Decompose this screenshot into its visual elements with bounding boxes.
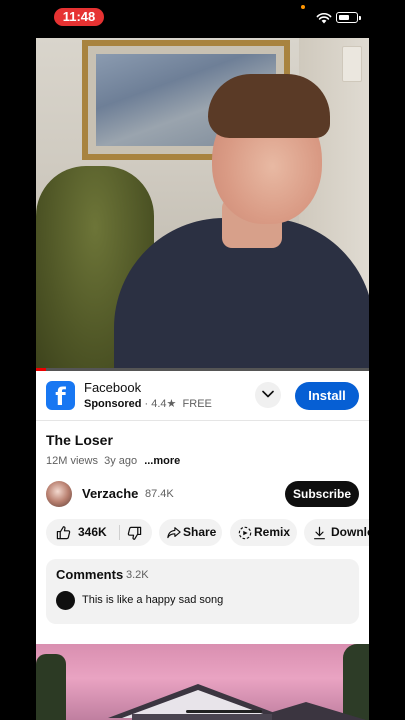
video-meta[interactable]: 12M views 3y ago ...more: [46, 455, 180, 467]
video-details-sheet: f Facebook Sponsored · 4.4★ FREE Install…: [36, 371, 369, 644]
download-button[interactable]: Downlo: [304, 519, 369, 546]
action-bar: 346K Share Remix Downl: [46, 519, 369, 547]
like-count: 346K: [78, 525, 107, 539]
privacy-indicator-dot: [301, 5, 305, 9]
channel-name[interactable]: Verzache: [82, 486, 138, 501]
share-button[interactable]: Share: [159, 519, 222, 546]
subscriber-count: 87.4K: [145, 488, 174, 500]
video-title[interactable]: The Loser: [46, 432, 113, 448]
chevron-down-icon: [262, 390, 274, 398]
next-video-preview[interactable]: [36, 644, 369, 720]
like-dislike-pill[interactable]: 346K: [46, 519, 152, 546]
comments-preview[interactable]: Comments 3.2K This is like a happy sad s…: [46, 559, 359, 624]
download-icon: [314, 526, 325, 540]
install-button[interactable]: Install: [295, 382, 359, 410]
status-time[interactable]: 11:48: [54, 8, 104, 26]
download-label: Downlo: [331, 525, 369, 539]
light-switch: [342, 46, 362, 82]
top-comment: This is like a happy sad song: [82, 594, 224, 606]
sponsored-label: Sponsored: [84, 398, 142, 410]
thumbs-down-icon[interactable]: [127, 526, 142, 541]
wifi-icon: [316, 12, 332, 24]
ad-price: FREE: [182, 398, 212, 410]
ad-advertiser-name: Facebook: [84, 380, 142, 395]
share-icon: [167, 527, 181, 539]
comments-count: 3.2K: [126, 569, 149, 581]
video-player[interactable]: [36, 38, 369, 370]
thumbs-up-icon[interactable]: [56, 525, 71, 540]
upload-age: 3y ago: [104, 455, 138, 467]
more-link[interactable]: ...more: [144, 455, 180, 467]
phone-screen: 11:48 f Facebook Sponsored · 4.4★ FREE I…: [36, 0, 369, 720]
commenter-avatar: [56, 591, 75, 610]
status-bar: 11:48: [36, 0, 369, 36]
channel-avatar[interactable]: [46, 481, 72, 507]
subscribe-button[interactable]: Subscribe: [285, 481, 359, 507]
comments-title: Comments: [56, 567, 124, 582]
ad-separator: ·: [144, 398, 149, 410]
facebook-logo-icon: f: [46, 381, 75, 411]
home-indicator: [186, 710, 262, 713]
battery-icon: [336, 12, 361, 23]
star-icon: ★: [166, 398, 177, 410]
like-divider: [119, 525, 120, 540]
view-count: 12M views: [46, 455, 98, 467]
ad-rating: 4.4: [151, 398, 167, 410]
remix-button[interactable]: Remix: [230, 519, 297, 546]
remix-label: Remix: [254, 525, 291, 539]
ad-meta: Sponsored · 4.4★ FREE: [84, 397, 212, 410]
person-hair: [208, 74, 330, 138]
remix-icon: [238, 526, 252, 540]
share-label: Share: [183, 525, 217, 539]
ad-banner[interactable]: f Facebook Sponsored · 4.4★ FREE Install: [36, 371, 369, 421]
ad-expand-button[interactable]: [255, 382, 281, 408]
